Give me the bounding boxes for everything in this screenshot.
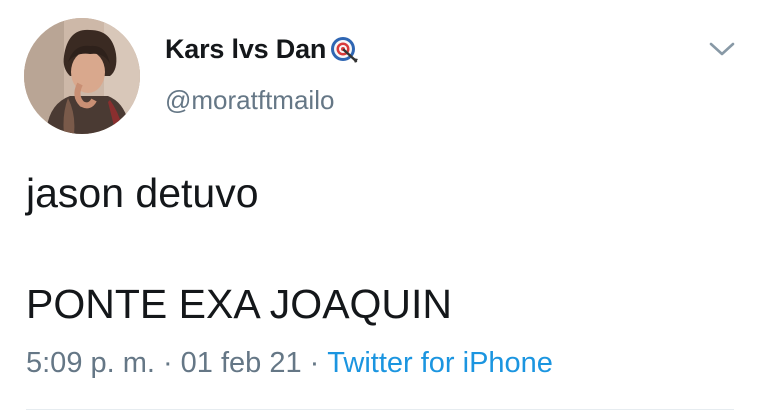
tweet-text: jason detuvo PONTE EXA JOAQUIN — [26, 167, 726, 330]
meta-separator-2: · — [309, 347, 320, 379]
chevron-down-icon[interactable] — [707, 36, 737, 60]
tweet-source-link[interactable]: Twitter for iPhone — [327, 347, 553, 379]
tweet-metadata: 5:09 p. m. · 01 feb 21 · Twitter for iPhone — [26, 347, 553, 380]
author-name-row[interactable]: Kars lvs Dan — [165, 31, 359, 67]
target-emoji-icon — [329, 34, 359, 64]
divider — [26, 409, 734, 410]
profile-photo — [24, 18, 140, 134]
display-name[interactable]: Kars lvs Dan — [165, 34, 326, 65]
avatar[interactable] — [24, 18, 140, 134]
tweet-text-line-1: jason detuvo — [26, 170, 259, 216]
user-handle[interactable]: @moratftmailo — [165, 85, 334, 116]
tweet-text-line-2: PONTE EXA JOAQUIN — [26, 281, 453, 327]
tweet-date[interactable]: 01 feb 21 — [181, 347, 302, 379]
tweet-card: Kars lvs Dan @moratftmailo jason detuvo … — [0, 0, 760, 414]
tweet-time[interactable]: 5:09 p. m. — [26, 347, 155, 379]
meta-separator-1: · — [162, 347, 173, 379]
